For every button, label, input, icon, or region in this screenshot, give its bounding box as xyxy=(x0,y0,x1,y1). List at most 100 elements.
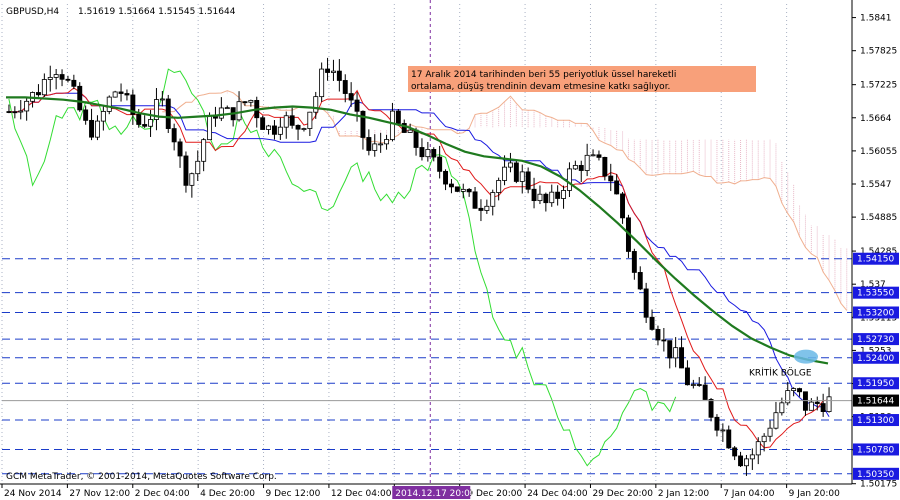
candle-body xyxy=(431,149,437,158)
candle-body xyxy=(283,115,289,128)
level-badge-label: 1.53550 xyxy=(857,289,894,299)
candle-body xyxy=(555,191,561,199)
candle xyxy=(106,95,112,115)
candle-body xyxy=(307,111,313,129)
candle-body xyxy=(224,107,230,110)
candle-body xyxy=(83,109,89,121)
candle-body xyxy=(313,96,319,113)
current-price-label: 1.51644 xyxy=(857,397,894,407)
candle-body xyxy=(248,99,254,103)
candle xyxy=(643,282,649,323)
candle-body xyxy=(791,388,797,391)
candle-body xyxy=(319,68,325,98)
candle-body xyxy=(389,110,395,140)
candle-body xyxy=(584,154,590,171)
annotation-line-1: 17 Aralık 2014 tarihinden beri 55 periyo… xyxy=(411,70,676,80)
candle xyxy=(513,160,519,184)
time-tick-label: 27 Nov 12:00 xyxy=(69,489,130,499)
candle-body xyxy=(720,429,726,432)
candle-body xyxy=(106,96,112,112)
candle xyxy=(77,82,83,112)
candle-body xyxy=(661,339,667,342)
price-tick-label: 1.50175 xyxy=(860,480,897,490)
candle-body xyxy=(348,93,354,101)
candle xyxy=(260,115,266,130)
price-tick-label: 1.56055 xyxy=(860,147,897,157)
candle-body xyxy=(472,191,478,209)
candle-body xyxy=(761,435,767,443)
candle-body xyxy=(148,119,154,127)
candle-body xyxy=(502,166,508,181)
cursor-badge-label: 2014.12.17 20:00 xyxy=(395,489,476,499)
candle-body xyxy=(454,186,460,192)
candle-body xyxy=(177,141,183,157)
candle-body xyxy=(6,111,12,113)
price-tick-label: 1.5664 xyxy=(860,114,892,124)
candle-body xyxy=(814,401,820,404)
candle-body xyxy=(826,396,832,412)
candle-body xyxy=(413,129,419,148)
candle-body xyxy=(820,403,826,412)
candle-body xyxy=(124,93,130,96)
time-tick-label: 24 Nov 2014 xyxy=(4,489,62,499)
level-badge-label: 1.50350 xyxy=(857,470,894,480)
candle-body xyxy=(395,110,401,124)
candle-body xyxy=(24,100,30,112)
time-tick-label: 29 Dec 20:00 xyxy=(592,489,653,499)
candle-body xyxy=(77,85,83,111)
time-tick-label: 24 Dec 04:00 xyxy=(527,489,588,499)
candle-body xyxy=(808,401,814,411)
candle-body xyxy=(289,115,295,126)
candle-body xyxy=(549,191,555,204)
candle-body xyxy=(537,193,543,202)
candle-body xyxy=(673,347,679,359)
candle xyxy=(625,214,631,258)
candle-body xyxy=(165,98,171,129)
level-badge-label: 1.51300 xyxy=(857,416,894,426)
price-chart[interactable]: KRİTİK BÖLGE 17 Aralık 2014 tarihinden b… xyxy=(0,0,900,500)
candle-body xyxy=(372,143,378,151)
candle-body xyxy=(136,114,142,125)
candle-body xyxy=(59,74,65,80)
candle-body xyxy=(425,149,431,158)
level-badge-label: 1.50780 xyxy=(857,445,894,455)
candle-body xyxy=(679,347,685,369)
candle-body xyxy=(118,91,124,94)
candle-body xyxy=(596,154,602,158)
candle-body xyxy=(53,74,59,78)
candle-body xyxy=(490,192,496,207)
candle-body xyxy=(755,441,761,456)
candle-body xyxy=(159,98,165,101)
candle-body xyxy=(708,399,714,418)
candle-body xyxy=(773,412,779,429)
candle-body xyxy=(342,80,348,94)
level-badge-label: 1.54150 xyxy=(857,255,894,265)
candle-body xyxy=(637,272,643,290)
candle-body xyxy=(614,180,620,195)
candle-body xyxy=(207,115,213,141)
candle-body xyxy=(513,162,519,182)
candle-body xyxy=(360,110,366,138)
candle-body xyxy=(608,175,614,182)
candle-body xyxy=(301,128,307,130)
price-tick-label: 1.54885 xyxy=(860,213,897,223)
candle-body xyxy=(336,70,342,81)
candle-body xyxy=(572,165,578,170)
candle-body xyxy=(236,101,242,121)
candle-body xyxy=(643,288,649,318)
candle-body xyxy=(437,156,443,172)
candle-body xyxy=(277,126,283,135)
candle-body xyxy=(738,455,744,467)
candle-body xyxy=(295,124,301,130)
candle-body xyxy=(460,188,466,192)
candle-body xyxy=(94,120,100,138)
candle-body xyxy=(47,76,53,80)
candle-body xyxy=(407,129,413,133)
chart-symbol-title: GBPUSD,H4 xyxy=(6,7,59,17)
candle-body xyxy=(65,78,71,81)
candle xyxy=(165,94,171,134)
cursor-time-badge[interactable]: 2014.12.17 20:00 xyxy=(392,486,476,499)
candle-body xyxy=(478,207,484,211)
candle-body xyxy=(525,171,531,190)
candle-body xyxy=(684,367,690,386)
